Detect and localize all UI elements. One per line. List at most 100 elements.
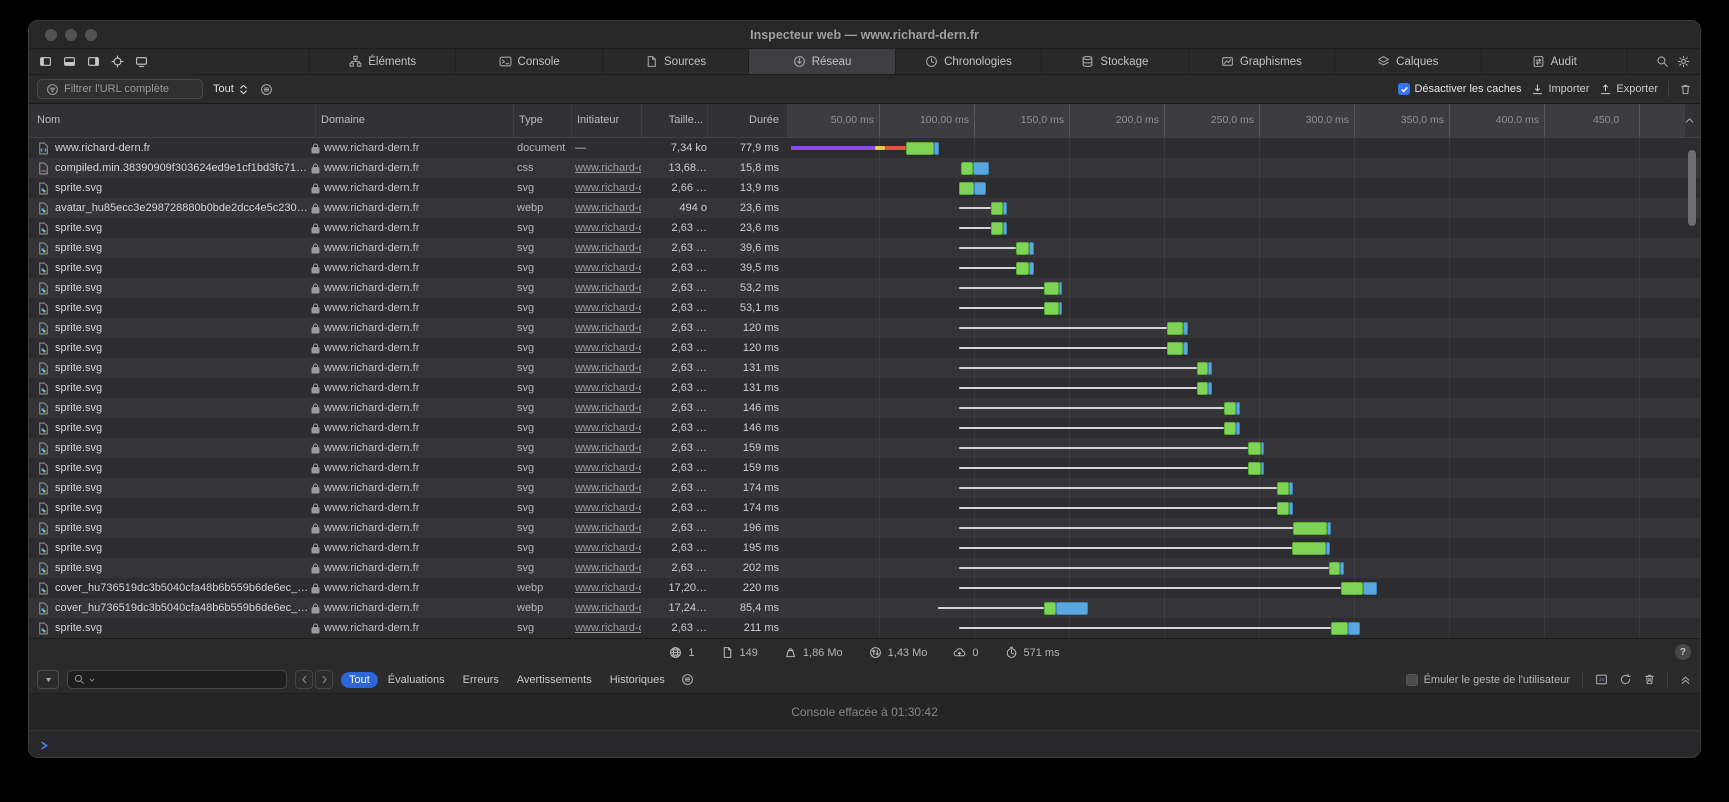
initiator-link[interactable]: www.richard-d… xyxy=(575,302,641,314)
minimize-button[interactable] xyxy=(65,29,77,41)
export-button[interactable]: Exporter xyxy=(1599,83,1658,96)
table-row[interactable]: sprite.svg www.richard-dern.fr svg www.r… xyxy=(29,258,1700,278)
dock-left-icon[interactable] xyxy=(37,53,54,70)
initiator-link[interactable]: www.richard-d… xyxy=(575,342,641,354)
table-row[interactable]: sprite.svg www.richard-dern.fr svg www.r… xyxy=(29,418,1700,438)
tab-audit[interactable]: Audit xyxy=(1481,49,1627,74)
table-row[interactable]: cover_hu736519dc3b5040cfa48b6b559b6de6ec… xyxy=(29,578,1700,598)
help-button[interactable]: ? xyxy=(1675,644,1691,660)
device-icon[interactable] xyxy=(133,53,150,70)
table-row[interactable]: sprite.svg www.richard-dern.fr svg www.r… xyxy=(29,538,1700,558)
settings-gear-icon[interactable] xyxy=(1677,55,1690,68)
table-row[interactable]: sprite.svg www.richard-dern.fr svg www.r… xyxy=(29,238,1700,258)
column-header-duree[interactable]: Durée xyxy=(707,104,779,137)
initiator-link[interactable]: www.richard-d… xyxy=(575,582,641,594)
chevron-up-icon[interactable] xyxy=(1683,114,1696,127)
column-header-domaine[interactable]: Domaine xyxy=(321,104,365,137)
disable-caches-checkbox[interactable]: Désactiver les caches xyxy=(1398,83,1521,95)
filter-options-icon[interactable] xyxy=(260,83,273,96)
initiator-link[interactable]: www.richard-d… xyxy=(575,462,641,474)
initiator-link[interactable]: www.richard-d… xyxy=(575,362,641,374)
js-context-icon[interactable]: JS xyxy=(1595,673,1608,686)
vertical-scrollbar[interactable] xyxy=(1688,150,1696,226)
table-row[interactable]: www.richard-dern.fr www.richard-dern.fr … xyxy=(29,138,1700,158)
target-icon[interactable] xyxy=(109,53,126,70)
column-header-taille[interactable]: Taille... xyxy=(641,104,703,137)
table-row[interactable]: sprite.svg www.richard-dern.fr svg www.r… xyxy=(29,438,1700,458)
initiator-link[interactable]: www.richard-d… xyxy=(575,242,641,254)
table-row[interactable]: sprite.svg www.richard-dern.fr svg www.r… xyxy=(29,178,1700,198)
console-filter-avertissements[interactable]: Avertissements xyxy=(509,672,600,688)
table-row[interactable]: sprite.svg www.richard-dern.fr svg www.r… xyxy=(29,218,1700,238)
table-row[interactable]: sprite.svg www.richard-dern.fr svg www.r… xyxy=(29,358,1700,378)
table-row[interactable]: sprite.svg www.richard-dern.fr svg www.r… xyxy=(29,398,1700,418)
initiator-link[interactable]: www.richard-d… xyxy=(575,202,641,214)
column-header-nom[interactable]: Nom xyxy=(37,104,60,137)
tab-sources[interactable]: Sources xyxy=(602,49,748,74)
table-row[interactable]: cover_hu736519dc3b5040cfa48b6b559b6de6ec… xyxy=(29,598,1700,618)
table-row[interactable]: sprite.svg www.richard-dern.fr svg www.r… xyxy=(29,338,1700,358)
url-filter-input[interactable]: Filtrer l'URL complète xyxy=(37,79,203,99)
refresh-icon[interactable] xyxy=(1619,673,1632,686)
zoom-button[interactable] xyxy=(85,29,97,41)
console-options-icon[interactable] xyxy=(681,673,694,686)
next-result-button[interactable] xyxy=(315,670,333,689)
initiator-link[interactable]: www.richard-d… xyxy=(575,442,641,454)
table-row[interactable]: csscompiled.min.38390909f303624ed9e1cf1b… xyxy=(29,158,1700,178)
initiator-link[interactable]: www.richard-d… xyxy=(575,622,641,634)
tab-graphismes[interactable]: Graphismes xyxy=(1188,49,1334,74)
tab-calques[interactable]: Calques xyxy=(1334,49,1480,74)
initiator-link[interactable]: www.richard-d… xyxy=(575,222,641,234)
initiator-link[interactable]: www.richard-d… xyxy=(575,282,641,294)
initiator-link[interactable]: www.richard-d… xyxy=(575,162,641,174)
column-header-type[interactable]: Type xyxy=(519,104,543,137)
tab-elements[interactable]: Éléments xyxy=(309,49,455,74)
console-scope-picker[interactable] xyxy=(37,670,59,689)
console-filter-erreurs[interactable]: Erreurs xyxy=(455,672,507,688)
expand-console-chevrons-icon[interactable] xyxy=(1679,673,1692,686)
table-row[interactable]: sprite.svg www.richard-dern.fr svg www.r… xyxy=(29,478,1700,498)
initiator-link[interactable]: www.richard-d… xyxy=(575,502,641,514)
tab-reseau[interactable]: Réseau xyxy=(748,49,894,74)
initiator-link[interactable]: www.richard-d… xyxy=(575,262,641,274)
initiator-link[interactable]: www.richard-d… xyxy=(575,482,641,494)
resource-type-dropdown[interactable]: Tout xyxy=(213,83,250,96)
dock-right-icon[interactable] xyxy=(85,53,102,70)
initiator-link[interactable]: www.richard-d… xyxy=(575,522,641,534)
column-header-initiateur[interactable]: Initiateur xyxy=(577,104,619,137)
table-row[interactable]: sprite.svg www.richard-dern.fr svg www.r… xyxy=(29,518,1700,538)
initiator-link[interactable]: www.richard-d… xyxy=(575,322,641,334)
table-row[interactable]: sprite.svg www.richard-dern.fr svg www.r… xyxy=(29,558,1700,578)
dock-bottom-icon[interactable] xyxy=(61,53,78,70)
initiator-link[interactable]: www.richard-d… xyxy=(575,602,641,614)
previous-result-button[interactable] xyxy=(295,670,313,689)
console-filter-historiques[interactable]: Historiques xyxy=(602,672,673,688)
search-icon[interactable] xyxy=(1656,55,1669,68)
initiator-link[interactable]: www.richard-d… xyxy=(575,182,641,194)
table-row[interactable]: avatar_hu85ecc3e298728880b0bde2dcc4e5c23… xyxy=(29,198,1700,218)
initiator-link[interactable]: www.richard-d… xyxy=(575,382,641,394)
tab-stockage[interactable]: Stockage xyxy=(1041,49,1187,74)
clear-console-trash-icon[interactable] xyxy=(1643,673,1656,686)
initiator-link[interactable]: www.richard-d… xyxy=(575,422,641,434)
console-prompt-row[interactable] xyxy=(29,731,1700,758)
tab-console[interactable]: Console xyxy=(455,49,601,74)
table-row[interactable]: sprite.svg www.richard-dern.fr svg www.r… xyxy=(29,498,1700,518)
close-button[interactable] xyxy=(45,29,57,41)
table-row[interactable]: sprite.svg www.richard-dern.fr svg www.r… xyxy=(29,318,1700,338)
initiator-link[interactable]: www.richard-d… xyxy=(575,562,641,574)
emulate-user-gesture-checkbox[interactable]: Émuler le geste de l'utilisateur xyxy=(1406,674,1570,686)
table-row[interactable]: sprite.svg www.richard-dern.fr svg www.r… xyxy=(29,378,1700,398)
table-row[interactable]: sprite.svg www.richard-dern.fr svg www.r… xyxy=(29,618,1700,638)
initiator-link[interactable]: www.richard-d… xyxy=(575,402,641,414)
console-search-input[interactable] xyxy=(67,670,287,689)
console-filter-evaluations[interactable]: Évaluations xyxy=(380,672,453,688)
import-button[interactable]: Importer xyxy=(1531,83,1589,96)
clear-network-trash-icon[interactable] xyxy=(1679,83,1692,96)
console-filter-tout[interactable]: Tout xyxy=(341,672,378,688)
table-row[interactable]: sprite.svg www.richard-dern.fr svg www.r… xyxy=(29,298,1700,318)
tab-chronologies[interactable]: Chronologies xyxy=(895,49,1041,74)
table-row[interactable]: sprite.svg www.richard-dern.fr svg www.r… xyxy=(29,278,1700,298)
table-row[interactable]: sprite.svg www.richard-dern.fr svg www.r… xyxy=(29,458,1700,478)
initiator-link[interactable]: www.richard-d… xyxy=(575,542,641,554)
